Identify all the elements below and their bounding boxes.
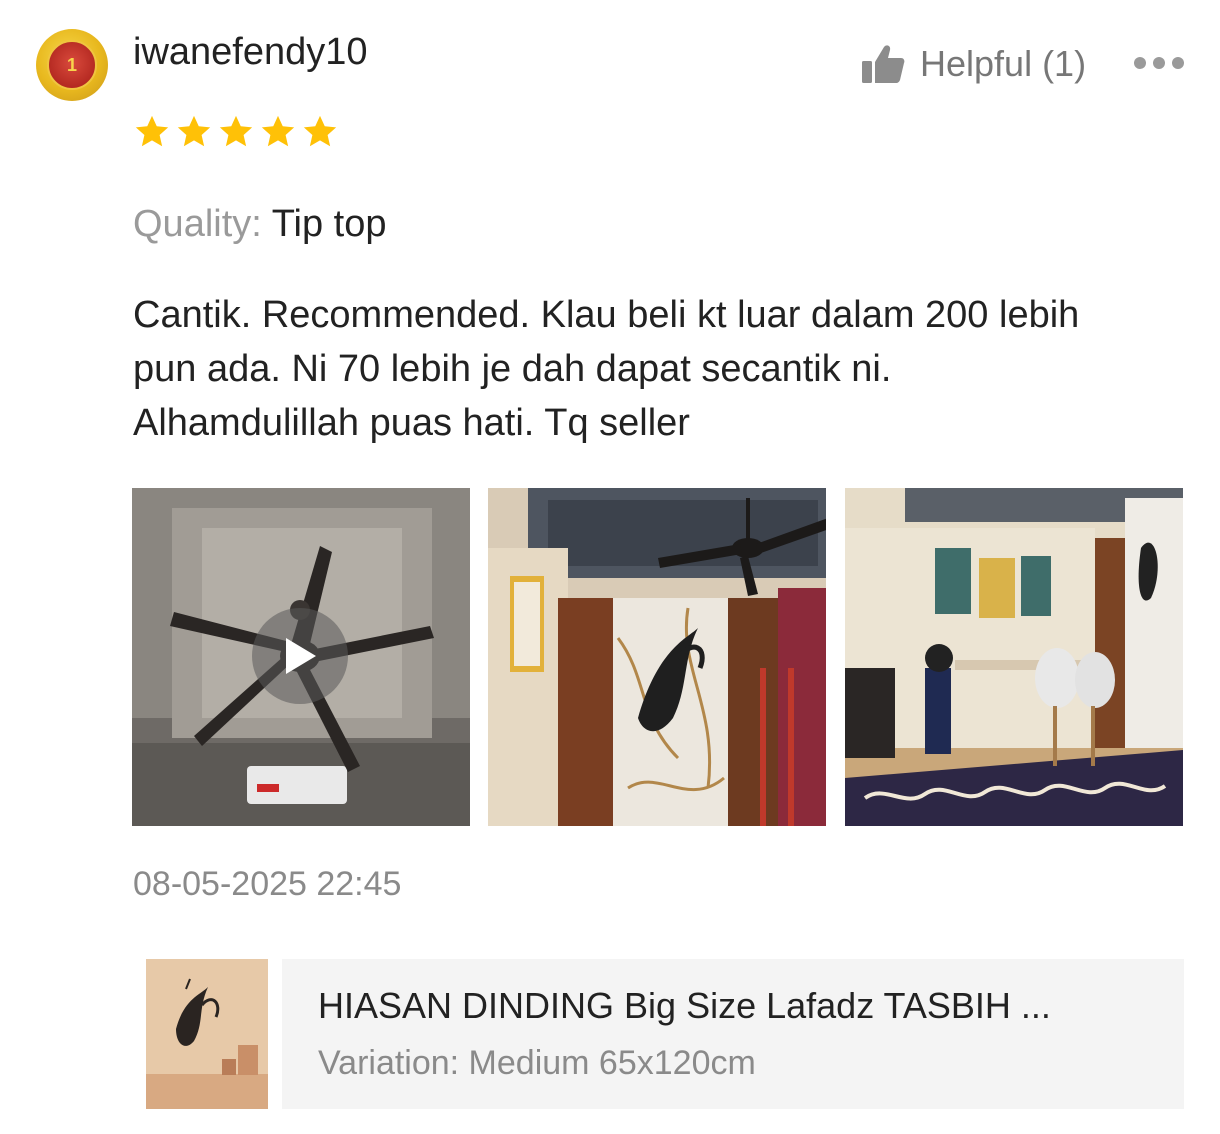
star-icon — [261, 115, 295, 147]
more-dot — [1172, 57, 1184, 69]
dining-room-photo — [845, 488, 1183, 826]
avatar-badge-number: 1 — [66, 54, 77, 75]
avatar[interactable]: 1 — [36, 29, 108, 101]
product-variation: Variation: Medium 65x120cm — [318, 1044, 756, 1082]
review-text-line: Alhamdulillah puas hati. Tq seller — [133, 402, 690, 444]
review-photo[interactable] — [845, 488, 1183, 826]
quality-label: Quality: — [133, 203, 262, 245]
product-image — [146, 959, 268, 1109]
quality-line: Quality: Tip top — [133, 200, 386, 248]
product-name: HIASAN DINDING Big Size Lafadz TASBIH ..… — [318, 985, 1051, 1026]
review-photo[interactable] — [488, 488, 826, 826]
reviewer-username[interactable]: iwanefendy10 — [133, 30, 368, 74]
quality-value: Tip top — [271, 203, 387, 245]
calligraphy-wall-photo — [488, 488, 826, 826]
review-text-line: pun ada. Ni 70 lebih je dah dapat secant… — [133, 348, 892, 390]
helpful-label: Helpful (1) — [920, 43, 1087, 84]
helpful-button[interactable]: Helpful (1) — [860, 40, 1086, 88]
review-video-thumbnail[interactable] — [132, 488, 470, 826]
rating-stars — [133, 113, 339, 151]
product-thumbnail[interactable] — [146, 959, 268, 1109]
gold-medal-badge-icon: 1 — [47, 40, 97, 90]
play-button[interactable] — [252, 608, 348, 704]
thumbs-up-icon — [862, 45, 905, 83]
star-icon — [177, 115, 211, 147]
review-text-line: Cantik. Recommended. Klau beli kt luar d… — [133, 294, 1080, 336]
more-dot — [1134, 57, 1146, 69]
star-icon — [219, 115, 253, 147]
review-text: Cantik. Recommended. Klau beli kt luar d… — [133, 288, 1193, 450]
more-dot — [1153, 57, 1165, 69]
more-options-icon[interactable] — [1134, 56, 1184, 70]
review-timestamp: 08-05-2025 22:45 — [133, 865, 402, 903]
star-icon — [135, 115, 169, 147]
star-icon — [303, 115, 337, 147]
product-card[interactable]: HIASAN DINDING Big Size Lafadz TASBIH ..… — [282, 959, 1184, 1109]
play-icon — [286, 638, 316, 674]
